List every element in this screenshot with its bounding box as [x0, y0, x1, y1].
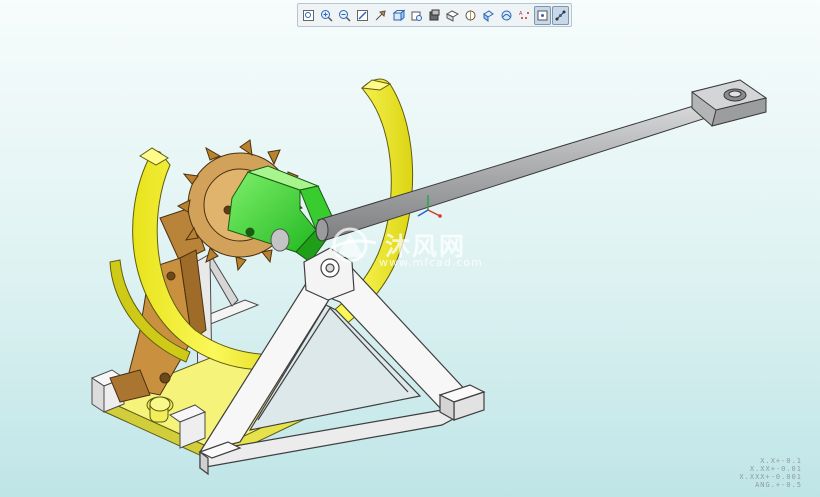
view-manager-button[interactable]	[408, 6, 425, 25]
tolerance-line-3: X.XXX+-0.001	[739, 473, 802, 481]
spin-center-button[interactable]	[534, 5, 551, 25]
orient-mode-button[interactable]	[552, 5, 569, 25]
datum-planes-icon	[446, 9, 459, 22]
catapult-assembly-model[interactable]	[0, 0, 820, 497]
annotation-display-icon: A	[519, 11, 529, 19]
zoom-out-button[interactable]	[336, 6, 353, 25]
throwing-rod	[315, 103, 707, 242]
svg-text:A: A	[519, 11, 523, 17]
left-pin	[149, 396, 171, 412]
point-display-button[interactable]	[480, 6, 497, 25]
pan-icon	[375, 9, 386, 20]
zoom-out-icon	[339, 9, 351, 22]
orient-mode-icon	[555, 10, 566, 20]
csys-display-button[interactable]	[498, 6, 515, 25]
csys-display-icon	[501, 10, 512, 20]
repaint-button[interactable]	[354, 6, 371, 25]
annotation-display-button[interactable]: A	[516, 6, 533, 25]
model-viewport[interactable]: A 沐风网 www.mfcad.com X.X+-0.1 X.XX+-0.01 …	[0, 0, 820, 497]
display-style-icon	[429, 9, 440, 20]
saved-views-button[interactable]	[390, 6, 407, 25]
tolerance-note: X.X+-0.1 X.XX+-0.01 X.XXX+-0.001 ANG.+-0…	[739, 457, 802, 489]
zoom-fit-icon	[303, 9, 314, 21]
zoom-fit-button[interactable]	[300, 6, 317, 25]
repaint-icon	[357, 9, 368, 21]
spin-center-icon	[537, 10, 548, 20]
tolerance-line-1: X.X+-0.1	[760, 457, 802, 465]
datum-axes-button[interactable]	[462, 6, 479, 25]
datum-axes-icon	[465, 9, 476, 21]
point-display-icon	[483, 9, 494, 22]
view-manager-icon	[411, 11, 422, 21]
saved-views-icon	[392, 8, 405, 21]
zoom-in-button[interactable]	[318, 6, 335, 25]
display-style-button[interactable]	[426, 6, 443, 25]
pan-button[interactable]	[372, 6, 389, 25]
tolerance-line-2: X.XX+-0.01	[749, 465, 802, 473]
tolerance-line-4: ANG.+-0.5	[755, 481, 802, 489]
view-toolbar: A	[297, 3, 572, 27]
datum-planes-button[interactable]	[444, 6, 461, 25]
zoom-in-icon	[321, 9, 333, 22]
